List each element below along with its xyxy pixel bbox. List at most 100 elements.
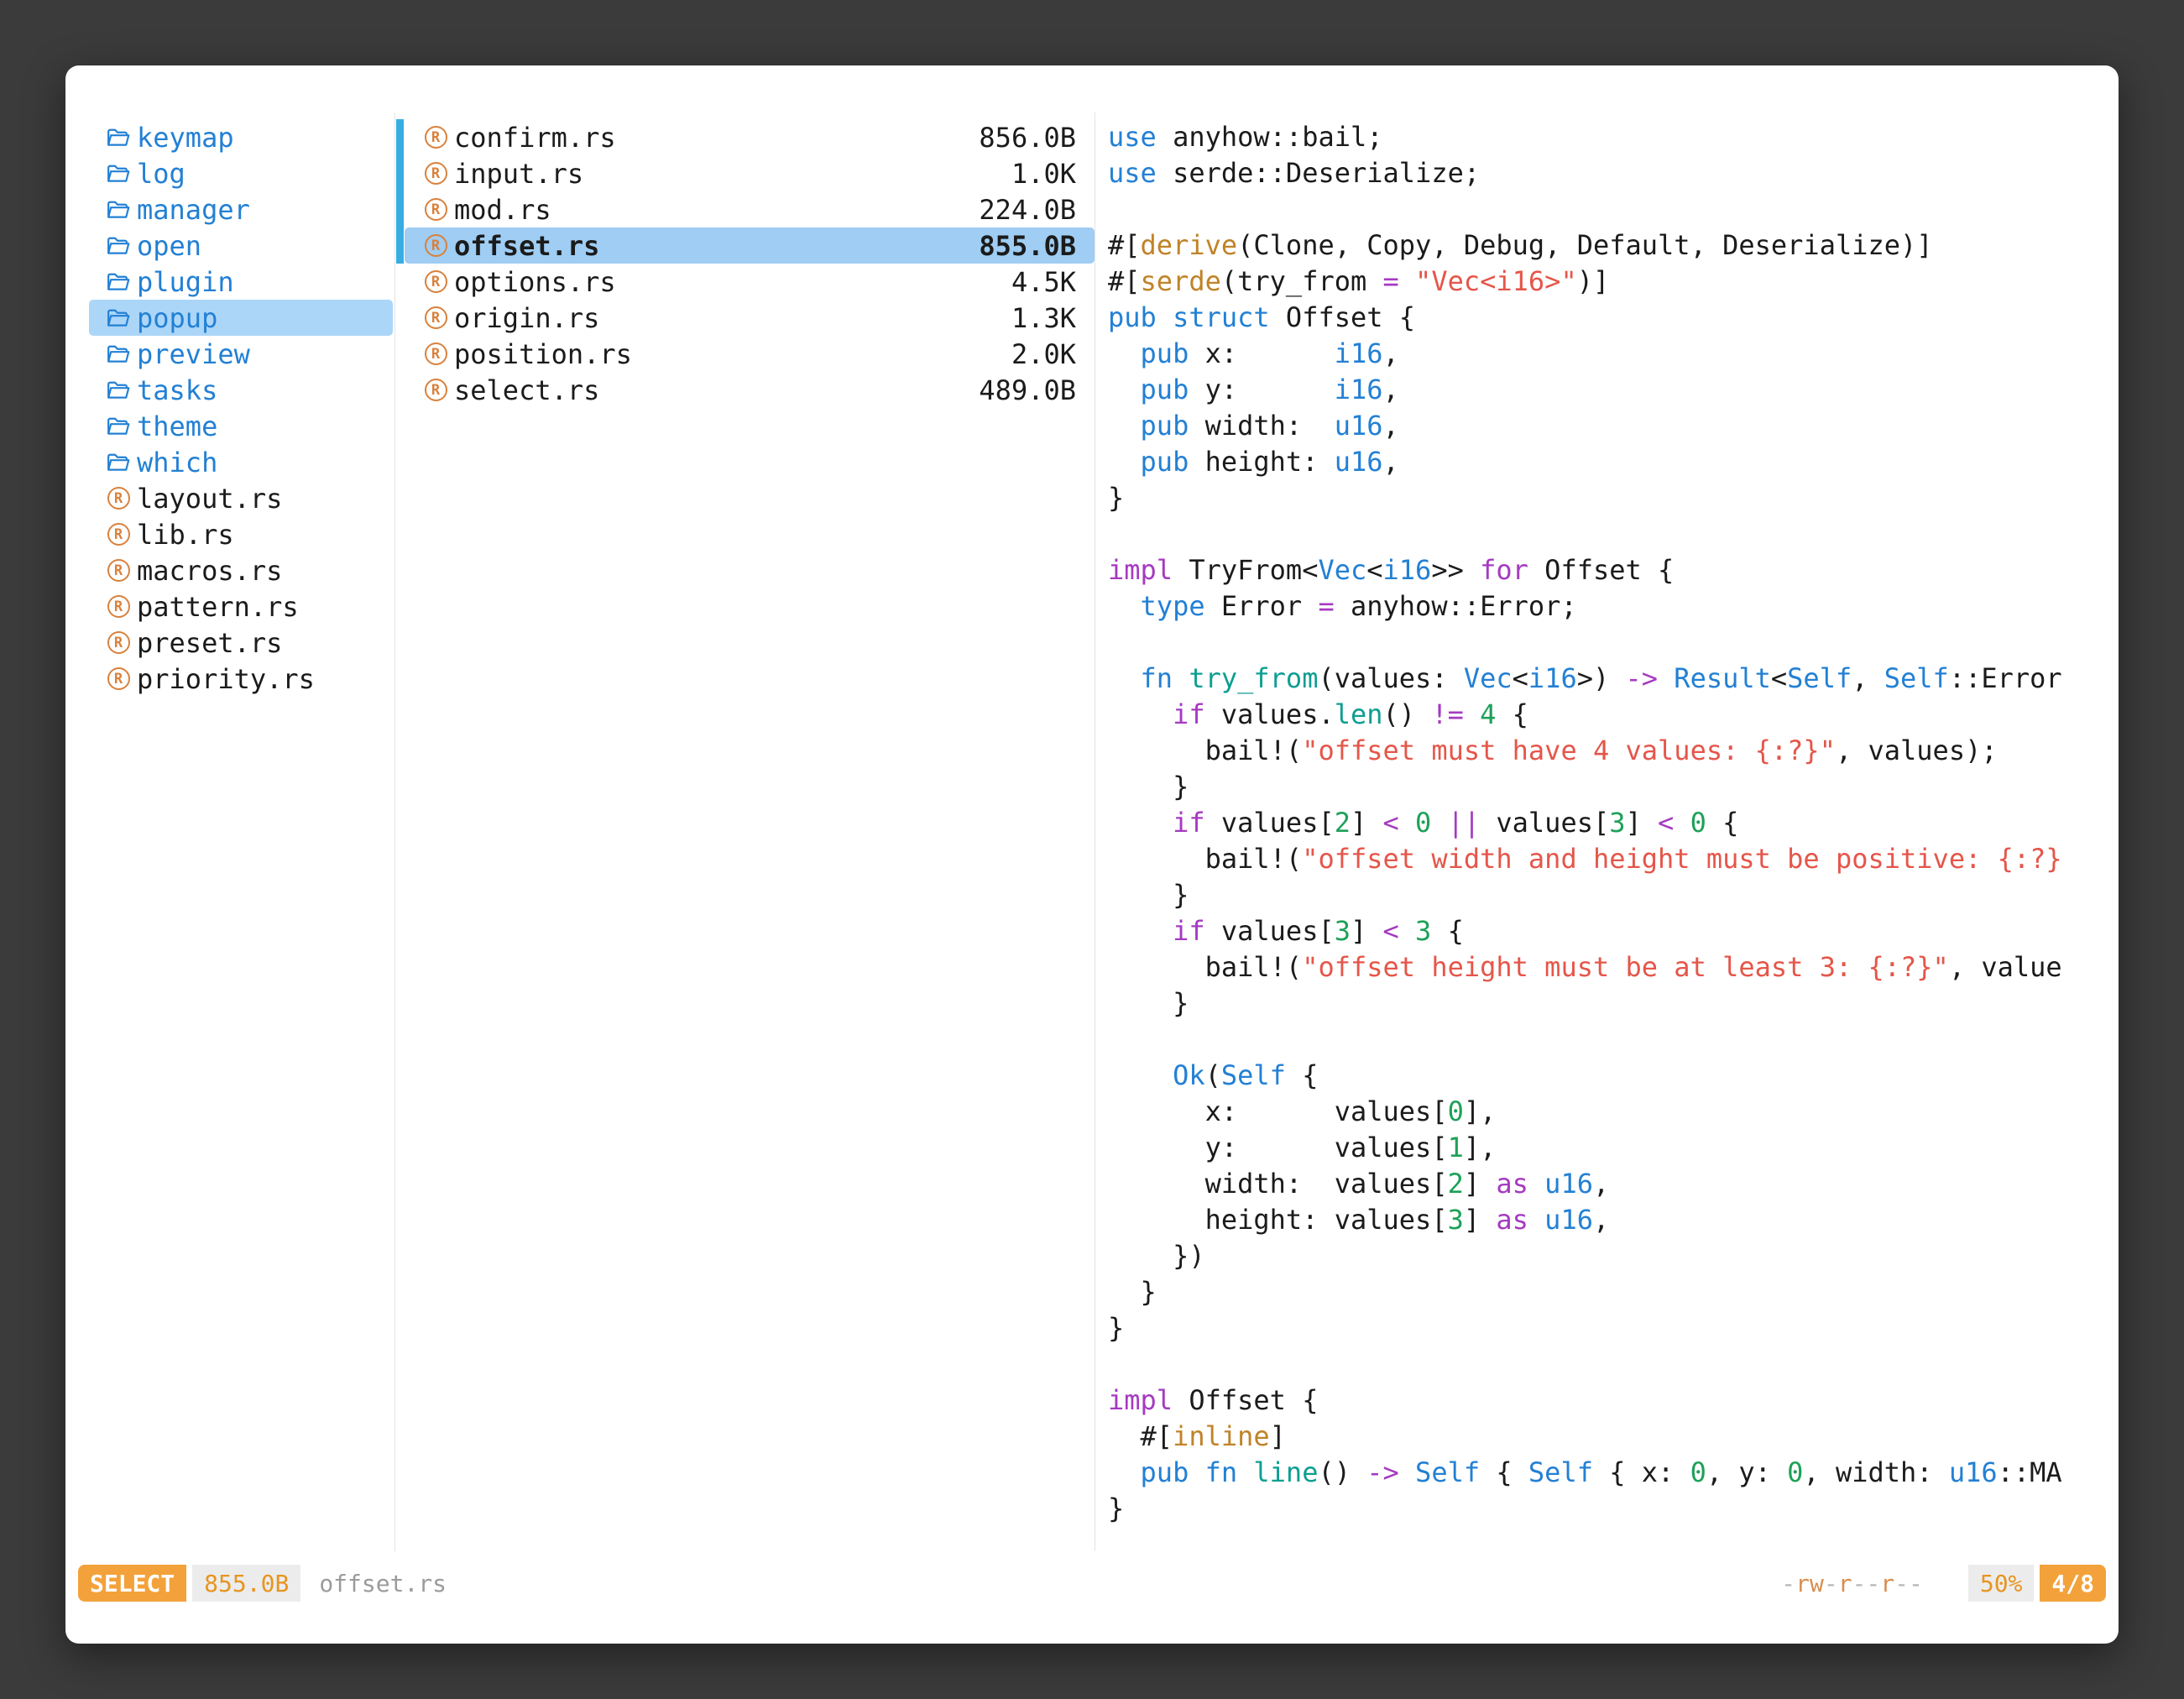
- code-line: width: values[2] as u16,: [1108, 1166, 2119, 1202]
- permissions: -rw-r--r--: [1781, 1570, 1923, 1597]
- item-label: theme: [137, 410, 217, 442]
- file-size: 2.0K: [1011, 338, 1076, 370]
- code-line: #[inline]: [1108, 1419, 2119, 1455]
- preview-pane: use anyhow::bail;use serde::Deserialize;…: [1095, 112, 2119, 1551]
- folder-open-icon: [106, 233, 131, 259]
- code-line: bail!("offset width and height must be p…: [1108, 841, 2119, 877]
- sidebar-item-lib-rs[interactable]: Rlib.rs: [89, 516, 393, 552]
- file-manager-window: keymaplogmanageropenpluginpopuppreview ta…: [65, 65, 2119, 1644]
- code-line: #[serde(try_from = "Vec<i16>")]: [1108, 264, 2119, 300]
- file-row-position-rs[interactable]: Rposition.rs 2.0K: [405, 336, 1095, 372]
- file-rows: Rconfirm.rs856.0BRinput.rs1.0KRmod.rs224…: [405, 119, 1095, 408]
- rust-file-icon: R: [423, 269, 448, 295]
- rust-file-icon: R: [423, 342, 448, 367]
- code-line: if values[3] < 3 {: [1108, 913, 2119, 949]
- code-line: bail!("offset height must be at least 3:…: [1108, 949, 2119, 985]
- panes-container: keymaplogmanageropenpluginpopuppreview ta…: [65, 112, 2119, 1551]
- folder-open-icon: [106, 342, 131, 367]
- item-label: manager: [137, 194, 250, 226]
- parent-pane: keymaplogmanageropenpluginpopuppreview ta…: [65, 112, 394, 1551]
- sidebar-item-theme[interactable]: theme: [89, 408, 393, 444]
- cursor-position-badge: 4/8: [2040, 1565, 2106, 1602]
- rust-file-icon: R: [423, 233, 448, 259]
- file-row-input-rs[interactable]: Rinput.rs 1.0K: [405, 155, 1095, 191]
- code-line: [1108, 516, 2119, 552]
- file-row-offset-rs[interactable]: Roffset.rs855.0B: [405, 227, 1095, 264]
- sidebar-item-pattern-rs[interactable]: Rpattern.rs: [89, 588, 393, 625]
- code-line: pub y: i16,: [1108, 372, 2119, 408]
- code-line: pub fn line() -> Self { Self { x: 0, y: …: [1108, 1455, 2119, 1491]
- status-bar-right: -rw-r--r-- 50% 4/8: [1781, 1565, 2106, 1602]
- sidebar-item-priority-rs[interactable]: Rpriority.rs: [89, 661, 393, 697]
- file-size: 1.3K: [1011, 302, 1076, 334]
- item-label: tasks: [137, 374, 217, 406]
- file-size: 856.0B: [979, 122, 1076, 154]
- rust-file-icon: R: [423, 197, 448, 222]
- file-size: 489.0B: [979, 374, 1076, 406]
- file-name: position.rs: [454, 338, 632, 370]
- code-line: if values.len() != 4 {: [1108, 697, 2119, 733]
- code-line: Ok(Self {: [1108, 1058, 2119, 1094]
- code-line: }: [1108, 480, 2119, 516]
- code-line: impl Offset {: [1108, 1383, 2119, 1419]
- sidebar-item-log[interactable]: log: [89, 155, 393, 191]
- sidebar-item-popup[interactable]: popup: [89, 300, 393, 336]
- item-label: preset.rs: [137, 627, 282, 659]
- folder-open-icon: [106, 125, 131, 150]
- sidebar-item-manager[interactable]: manager: [89, 191, 393, 227]
- sidebar-item-which[interactable]: which: [89, 444, 393, 480]
- code-line: }: [1108, 1491, 2119, 1527]
- rust-file-icon: R: [423, 378, 448, 403]
- rust-file-icon: R: [106, 667, 131, 692]
- code-line: use anyhow::bail;: [1108, 119, 2119, 155]
- file-name: mod.rs: [454, 194, 551, 226]
- file-size: 1.0K: [1011, 158, 1076, 190]
- item-label: which: [137, 447, 217, 478]
- folder-open-icon: [106, 450, 131, 475]
- file-name: select.rs: [454, 374, 599, 406]
- code-line: }: [1108, 769, 2119, 805]
- code-line: y: values[1],: [1108, 1130, 2119, 1166]
- file-size: 4.5K: [1011, 266, 1076, 298]
- selection-range-indicator: [396, 119, 404, 264]
- sidebar-item-tasks[interactable]: tasks: [89, 372, 393, 408]
- sidebar-item-preset-rs[interactable]: Rpreset.rs: [89, 625, 393, 661]
- sidebar-item-preview[interactable]: preview: [89, 336, 393, 372]
- item-label: preview: [137, 338, 250, 370]
- file-size: 224.0B: [979, 194, 1076, 226]
- rust-file-icon: R: [106, 486, 131, 511]
- sidebar-item-keymap[interactable]: keymap: [89, 119, 393, 155]
- folder-open-icon: [106, 197, 131, 222]
- sidebar-item-open[interactable]: open: [89, 227, 393, 264]
- code-line: pub width: u16,: [1108, 408, 2119, 444]
- file-size: 855.0B: [979, 230, 1076, 262]
- code-line: type Error = anyhow::Error;: [1108, 588, 2119, 625]
- sidebar-item-layout-rs[interactable]: Rlayout.rs: [89, 480, 393, 516]
- folder-open-icon: [106, 161, 131, 186]
- rust-file-icon: R: [106, 630, 131, 656]
- code-line: #[derive(Clone, Copy, Debug, Default, De…: [1108, 227, 2119, 264]
- rust-file-icon: R: [423, 306, 448, 331]
- rust-file-icon: R: [423, 161, 448, 186]
- code-line: [1108, 191, 2119, 227]
- item-label: pattern.rs: [137, 591, 299, 623]
- file-row-options-rs[interactable]: Roptions.rs 4.5K: [405, 264, 1095, 300]
- file-name: options.rs: [454, 266, 616, 298]
- code-line: pub x: i16,: [1108, 336, 2119, 372]
- file-row-mod-rs[interactable]: Rmod.rs 224.0B: [405, 191, 1095, 227]
- folder-open-icon: [106, 306, 131, 331]
- code-line: }: [1108, 877, 2119, 913]
- file-row-confirm-rs[interactable]: Rconfirm.rs856.0B: [405, 119, 1095, 155]
- file-row-origin-rs[interactable]: Rorigin.rs1.3K: [405, 300, 1095, 336]
- code-line: if values[2] < 0 || values[3] < 0 {: [1108, 805, 2119, 841]
- sidebar-item-macros-rs[interactable]: Rmacros.rs: [89, 552, 393, 588]
- sidebar-item-plugin[interactable]: plugin: [89, 264, 393, 300]
- file-name: input.rs: [454, 158, 583, 190]
- rust-file-icon: R: [106, 522, 131, 547]
- item-label: layout.rs: [137, 483, 282, 515]
- folder-open-icon: [106, 378, 131, 403]
- current-pane: Rconfirm.rs856.0BRinput.rs1.0KRmod.rs224…: [394, 112, 1095, 1551]
- code-line: [1108, 1022, 2119, 1058]
- file-row-select-rs[interactable]: Rselect.rs 489.0B: [405, 372, 1095, 408]
- rust-file-icon: R: [423, 125, 448, 150]
